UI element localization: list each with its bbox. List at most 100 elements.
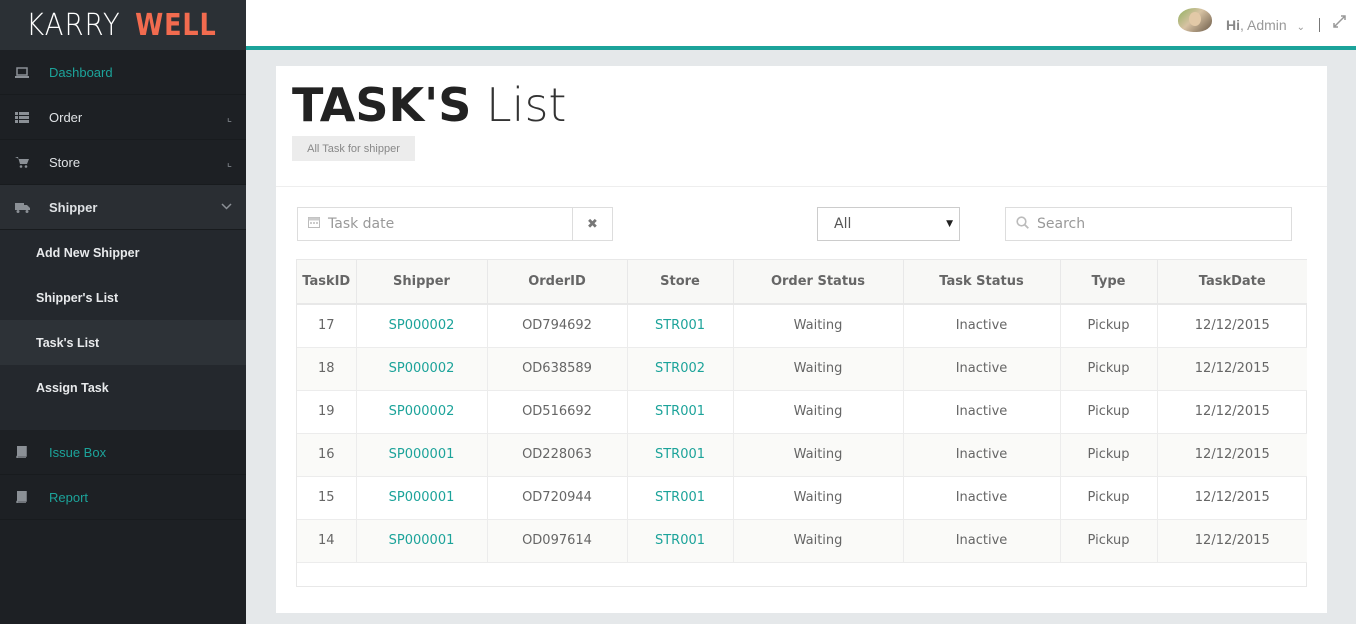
submenu-item-assign-task[interactable]: Assign Task — [0, 365, 246, 410]
cell-type: Pickup — [1060, 476, 1158, 519]
column-header-orderid[interactable]: OrderID — [487, 260, 628, 304]
table-header-row: TaskID Shipper OrderID Store Order Statu… — [297, 260, 1307, 304]
sidebar-item-label: Report — [49, 489, 89, 505]
cell-orderid: OD097614 — [487, 519, 628, 562]
column-header-taskdate[interactable]: TaskDate — [1157, 260, 1307, 304]
table-row[interactable]: 16 SP000001 OD228063 STR001 Waiting Inac… — [297, 433, 1307, 476]
cell-store-link[interactable]: STR001 — [627, 519, 734, 562]
submenu-item-tasks-list[interactable]: Task's List — [0, 320, 246, 365]
dropdown-arrow-icon: ▼ — [946, 219, 953, 229]
chevron-left-icon: ⌞ — [226, 156, 232, 169]
cell-type: Pickup — [1060, 519, 1158, 562]
cell-task-status: Inactive — [903, 347, 1061, 390]
submenu-item-shippers-list[interactable]: Shipper's List — [0, 275, 246, 320]
main-panel: TASK'S List All Task for shipper Task da… — [276, 66, 1327, 613]
cell-taskid: 18 — [297, 347, 357, 390]
header-divider — [276, 186, 1327, 187]
column-header-shipper[interactable]: Shipper — [356, 260, 488, 304]
chevron-down-icon: ⌄ — [1296, 22, 1305, 33]
brand-logo[interactable]: KARRY WELL — [0, 0, 246, 50]
column-header-type[interactable]: Type — [1060, 260, 1158, 304]
greeting-name: , Admin — [1240, 17, 1287, 33]
task-date-filter: Task date ✖ — [297, 207, 613, 241]
sidebar-item-dashboard[interactable]: Dashboard — [0, 50, 246, 95]
page-title-light: List — [486, 78, 567, 132]
cell-order-status: Waiting — [733, 476, 904, 519]
sidebar-item-shipper[interactable]: Shipper — [0, 185, 246, 230]
table-row[interactable]: 14 SP000001 OD097614 STR001 Waiting Inac… — [297, 519, 1307, 562]
sidebar: KARRY WELL Dashboard Order ⌞ Store ⌞ Shi… — [0, 0, 246, 624]
page-title: TASK'S List — [292, 78, 566, 132]
cell-shipper-link[interactable]: SP000001 — [356, 433, 488, 476]
cell-type: Pickup — [1060, 390, 1158, 433]
cell-taskdate: 12/12/2015 — [1194, 318, 1270, 334]
sidebar-item-label: Shipper — [49, 199, 98, 215]
cell-task-status: Inactive — [903, 476, 1061, 519]
cell-store-link[interactable]: STR002 — [627, 347, 734, 390]
clear-date-button[interactable]: ✖ — [572, 208, 612, 240]
cell-shipper-link[interactable]: SP000001 — [356, 519, 488, 562]
chevron-left-icon: ⌞ — [226, 111, 232, 124]
table-row[interactable]: 17 SP000002 OD794692 STR001 Waiting Inac… — [297, 304, 1307, 347]
search-input[interactable]: Search — [1005, 207, 1292, 241]
cell-taskdate: 12/12/2015 — [1194, 490, 1270, 505]
cell-type: Pickup — [1060, 347, 1158, 390]
cell-store-link[interactable]: STR001 — [627, 476, 734, 519]
cell-shipper-link[interactable]: SP000001 — [356, 476, 488, 519]
page-title-bold: TASK'S — [292, 78, 472, 132]
cell-orderid: OD794692 — [487, 304, 628, 347]
cell-task-status: Inactive — [903, 304, 1061, 347]
cell-order-status: Waiting — [733, 390, 904, 433]
task-date-input[interactable]: Task date — [298, 208, 572, 240]
sidebar-item-label: Order — [49, 109, 83, 125]
cell-store-link[interactable]: STR001 — [627, 390, 734, 433]
book-icon — [0, 491, 49, 503]
sidebar-item-issue-box[interactable]: Issue Box — [0, 430, 246, 475]
sidebar-item-label: Dashboard — [49, 64, 113, 80]
cell-store-link[interactable]: STR001 — [627, 304, 734, 347]
cell-taskid: 17 — [297, 304, 357, 347]
sidebar-item-label: Store — [49, 154, 81, 170]
cell-order-status: Waiting — [733, 433, 904, 476]
column-header-store[interactable]: Store — [627, 260, 734, 304]
table-row[interactable]: 15 SP000001 OD720944 STR001 Waiting Inac… — [297, 476, 1307, 519]
cell-taskid: 14 — [297, 519, 357, 562]
status-select-value: All — [834, 216, 852, 232]
cell-taskid: 16 — [297, 433, 357, 476]
sidebar-item-order[interactable]: Order ⌞ — [0, 95, 246, 140]
chevron-down-icon — [221, 201, 232, 213]
tasks-table: TaskID Shipper OrderID Store Order Statu… — [296, 259, 1307, 587]
cell-shipper-link[interactable]: SP000002 — [356, 390, 488, 433]
avatar[interactable] — [1178, 8, 1212, 32]
truck-icon — [0, 202, 49, 213]
cell-task-status: Inactive — [903, 433, 1061, 476]
cell-orderid: OD638589 — [487, 347, 628, 390]
column-header-taskid[interactable]: TaskID — [297, 260, 357, 304]
cell-order-status: Waiting — [733, 519, 904, 562]
column-header-order-status[interactable]: Order Status — [733, 260, 904, 304]
cell-store-link[interactable]: STR001 — [627, 433, 734, 476]
cart-icon — [0, 156, 49, 168]
close-icon: ✖ — [587, 216, 598, 232]
expand-icon[interactable] — [1333, 15, 1346, 32]
cell-shipper-link[interactable]: SP000002 — [356, 304, 488, 347]
topbar-divider — [1319, 18, 1320, 32]
user-menu[interactable]: Hi, Admin ⌄ — [1226, 17, 1305, 33]
cell-orderid: OD720944 — [487, 476, 628, 519]
calendar-icon — [308, 216, 320, 232]
status-select[interactable]: All ▼ — [817, 207, 960, 241]
submenu-item-add-new-shipper[interactable]: Add New Shipper — [0, 230, 246, 275]
cell-taskdate: 12/12/2015 — [1194, 404, 1270, 419]
topbar: Hi, Admin ⌄ — [246, 0, 1356, 50]
cell-taskid: 15 — [297, 476, 357, 519]
column-header-task-status[interactable]: Task Status — [903, 260, 1061, 304]
task-date-placeholder: Task date — [328, 216, 395, 232]
table-row[interactable]: 18 SP000002 OD638589 STR002 Waiting Inac… — [297, 347, 1307, 390]
page-subtitle: All Task for shipper — [292, 136, 415, 161]
sidebar-item-report[interactable]: Report — [0, 475, 246, 520]
cell-order-status: Waiting — [733, 304, 904, 347]
cell-shipper-link[interactable]: SP000002 — [356, 347, 488, 390]
table-row[interactable]: 19 SP000002 OD516692 STR001 Waiting Inac… — [297, 390, 1307, 433]
sidebar-item-store[interactable]: Store ⌞ — [0, 140, 246, 185]
greeting-hi: Hi — [1226, 17, 1240, 33]
